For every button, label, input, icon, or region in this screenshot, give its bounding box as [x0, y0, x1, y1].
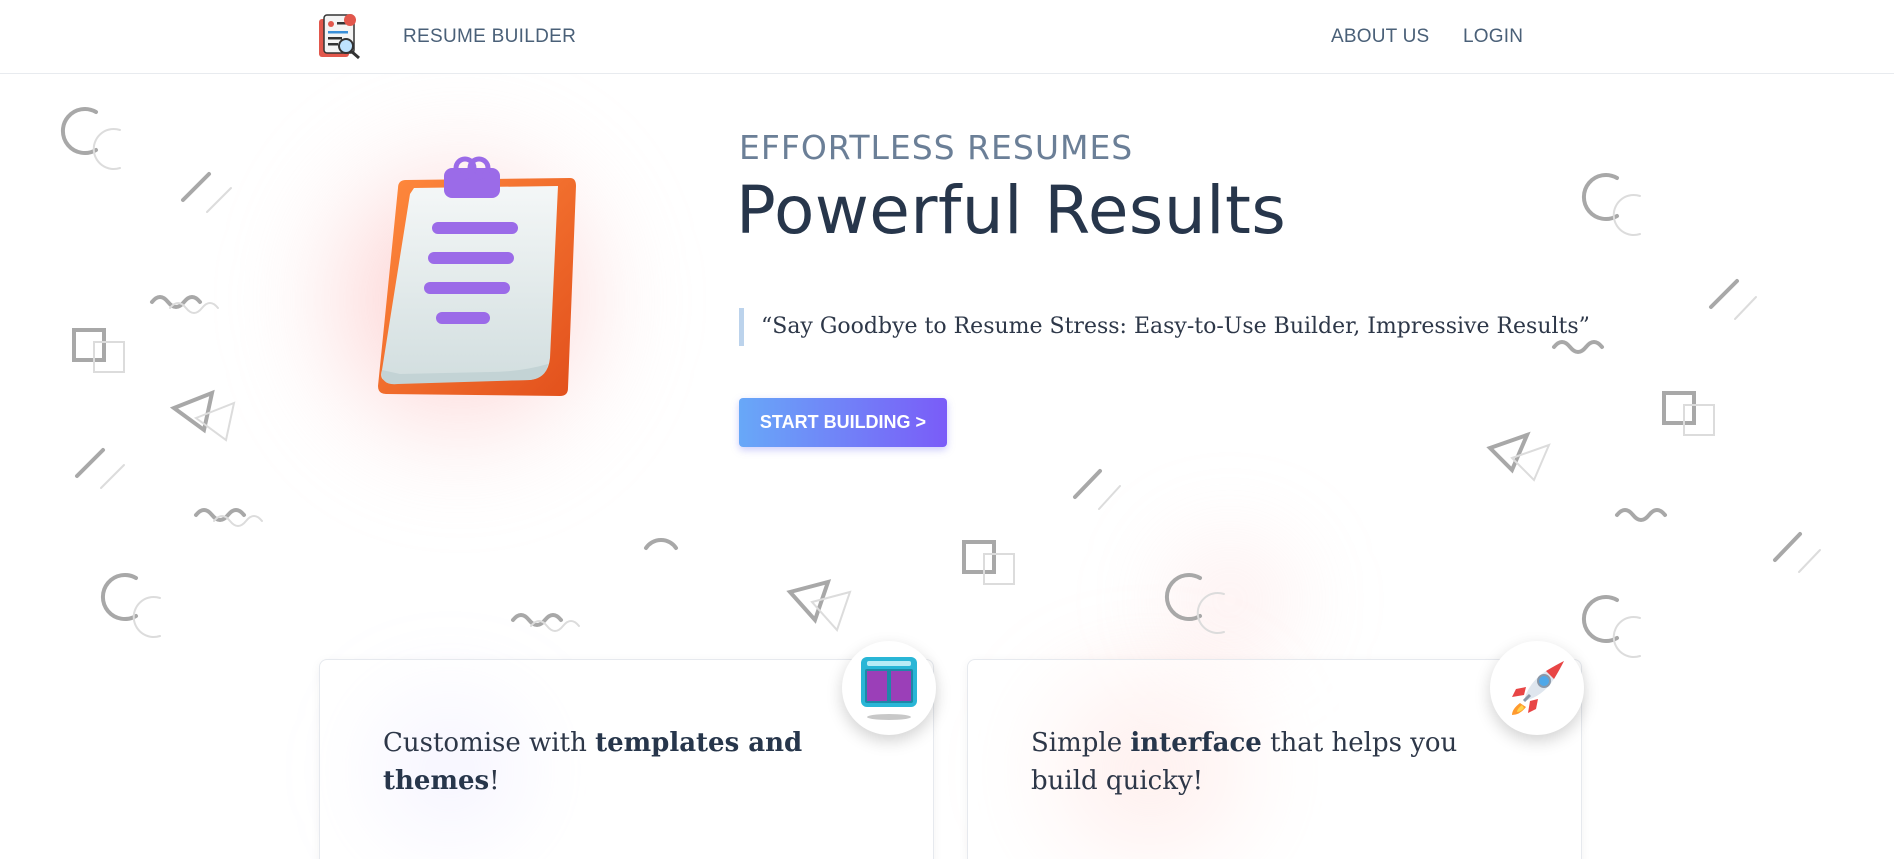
resume-logo-icon[interactable] — [316, 12, 366, 62]
template-layout-icon — [842, 641, 936, 735]
feature-text: Customise with templates and themes! — [383, 728, 803, 796]
hero-quote: “Say Goodbye to Resume Stress: Easy-to-U… — [739, 308, 1590, 346]
brand-link[interactable]: RESUME BUILDER — [403, 26, 576, 48]
start-building-button[interactable]: START BUILDING > — [739, 398, 947, 447]
nav-login-link[interactable]: LOGIN — [1463, 26, 1523, 48]
hero-headline: Powerful Results — [736, 172, 1287, 249]
middle-glow — [1120, 520, 1340, 680]
rocket-icon — [1490, 641, 1584, 735]
nav-about-link[interactable]: ABOUT US — [1331, 26, 1429, 48]
feature-text: Simple interface that helps you build qu… — [1031, 728, 1458, 796]
top-navbar: RESUME BUILDER ABOUT US LOGIN — [0, 0, 1894, 74]
clipboard-illustration — [378, 156, 576, 396]
hero-tagline: EFFORTLESS RESUMES — [739, 128, 1134, 167]
